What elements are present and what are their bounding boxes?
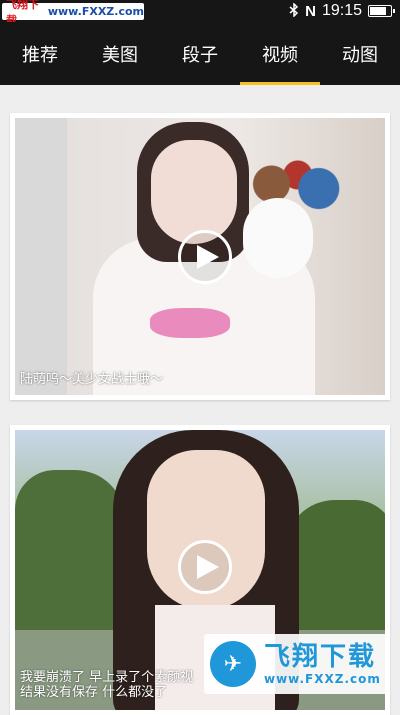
white-plush-image [243, 198, 313, 278]
watermark-site-url: www.FXXZ.com [47, 5, 144, 18]
pink-bow-image [150, 308, 230, 338]
tab-recommend[interactable]: 推荐 [0, 22, 80, 85]
play-button[interactable] [178, 540, 232, 594]
watermark-text: 飞翔下载 www.FXXZ.com [264, 642, 381, 686]
tab-label: 推荐 [22, 44, 58, 66]
watermark-url: www.FXXZ.com [264, 672, 381, 686]
play-button[interactable] [178, 230, 232, 284]
thumbnail-backdrop [15, 118, 65, 395]
face-image [151, 140, 237, 244]
play-icon [196, 555, 219, 579]
tab-label: 美图 [102, 44, 138, 66]
battery-level [370, 7, 387, 15]
status-indicators: N 19:15 [289, 0, 395, 22]
watermark-top: 飞翔下载 www.FXXZ.com [2, 0, 144, 27]
play-icon [196, 245, 219, 269]
video-card[interactable]: 陆萌呜～美少女战士哦～ [10, 113, 390, 400]
tab-jokes[interactable]: 段子 [160, 22, 240, 85]
fxxz-logo-icon: ✈ [210, 641, 256, 687]
status-time: 19:15 [321, 2, 362, 19]
tab-gifs[interactable]: 动图 [320, 22, 400, 85]
status-bar: 飞翔下载 www.FXXZ.com N 19:15 [0, 0, 400, 27]
tab-videos[interactable]: 视频 [240, 22, 320, 85]
category-tab-bar: 推荐 美图 段子 视频 动图 [0, 22, 400, 85]
video-thumbnail[interactable]: 陆萌呜～美少女战士哦～ [15, 118, 385, 395]
tab-label: 动图 [342, 44, 378, 66]
tab-pictures[interactable]: 美图 [80, 22, 160, 85]
tab-label: 视频 [262, 44, 298, 66]
nfc-icon: N [305, 2, 316, 20]
watermark-bottom: ✈ 飞翔下载 www.FXXZ.com [204, 634, 390, 694]
tab-label: 段子 [182, 44, 218, 66]
watermark-name: 飞翔下载 [264, 642, 377, 672]
bluetooth-icon [289, 1, 299, 20]
video-caption: 陆萌呜～美少女战士哦～ [20, 372, 164, 387]
battery-icon [368, 5, 395, 17]
